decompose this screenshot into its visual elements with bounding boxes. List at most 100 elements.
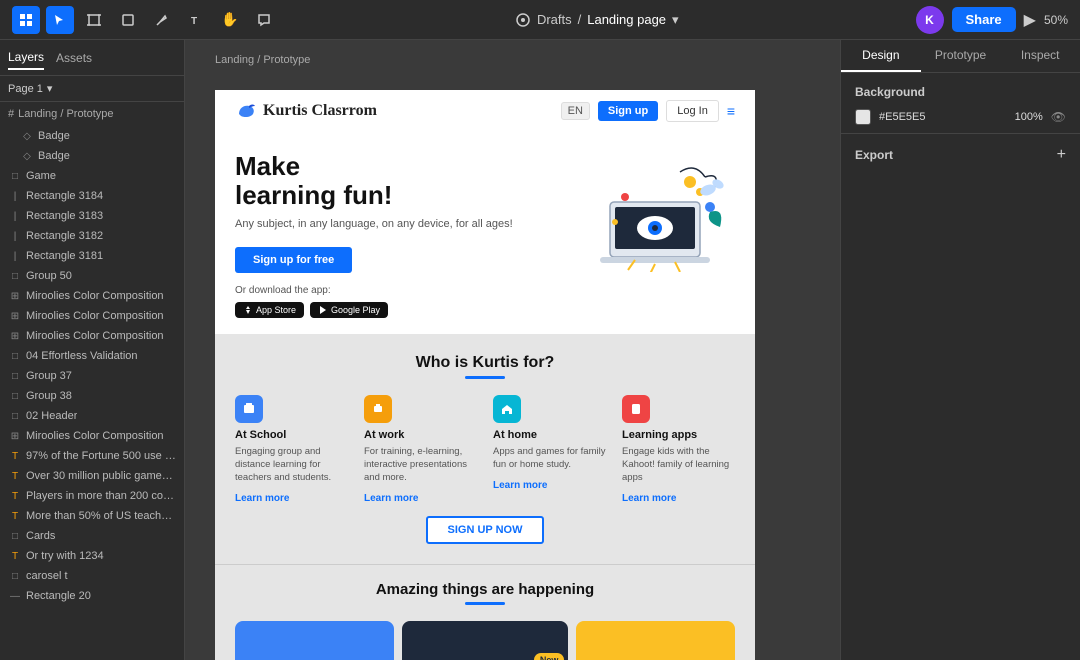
visibility-toggle-icon[interactable]: 👁 (1051, 110, 1066, 124)
list-item[interactable]: | Rectangle 3182 (0, 226, 184, 246)
lp-learn-apps[interactable]: Learn more (622, 493, 676, 504)
list-item[interactable]: | Rectangle 3184 (0, 186, 184, 206)
list-item[interactable]: T Or try with 1234 (0, 546, 184, 566)
line-icon: | (8, 209, 22, 223)
frame-tool-btn[interactable] (80, 6, 108, 34)
lp-hero-title: Make learning fun! (235, 152, 575, 209)
list-item[interactable]: | Rectangle 3181 (0, 246, 184, 266)
main-layout: Layers Assets Page 1 ▾ # Landing / Proto… (0, 40, 1080, 660)
list-item[interactable]: □ Group 38 (0, 386, 184, 406)
tab-prototype[interactable]: Prototype (921, 40, 1001, 72)
dropdown-icon[interactable]: ▾ (672, 12, 679, 28)
layer-label: Players in more than 200 cou... (26, 490, 176, 502)
lp-card-desc-school: Engaging group and distance learning for… (235, 445, 348, 485)
list-item[interactable]: □ 02 Header (0, 406, 184, 426)
select-tool-btn[interactable] (46, 6, 74, 34)
layer-section-header: # Landing / Prototype (0, 102, 184, 126)
lp-learn-school[interactable]: Learn more (235, 493, 289, 504)
list-item[interactable]: □ Game (0, 166, 184, 186)
list-item[interactable]: ⊞ Miroolies Color Composition (0, 306, 184, 326)
text-icon: T (8, 489, 22, 503)
background-color-swatch[interactable] (855, 109, 871, 125)
lp-card-title-home: At home (493, 429, 606, 441)
list-item[interactable]: T Over 30 million public games ... (0, 466, 184, 486)
zoom-level[interactable]: 50% (1044, 13, 1068, 27)
list-item[interactable]: □ Cards (0, 526, 184, 546)
diamond-icon: ◇ (20, 149, 34, 163)
list-item[interactable]: ◇ Badge (0, 146, 184, 166)
lp-learn-work[interactable]: Learn more (364, 493, 418, 504)
lp-learn-home[interactable]: Learn more (493, 480, 547, 491)
comment-tool-btn[interactable] (250, 6, 278, 34)
tab-design[interactable]: Design (841, 40, 921, 72)
list-item[interactable]: ⊞ Miroolies Color Composition (0, 426, 184, 446)
page-selector[interactable]: Page 1 ▾ (0, 76, 184, 102)
lp-card-desc-work: For training, e-learning, interactive pr… (364, 445, 477, 485)
lp-login-button[interactable]: Log In (666, 100, 719, 122)
list-item[interactable]: T Players in more than 200 cou... (0, 486, 184, 506)
play-button[interactable]: ▶ (1024, 10, 1036, 30)
list-item[interactable]: ◇ Badge (0, 126, 184, 146)
lp-card-desc-apps: Engage kids with the Kahoot! family of l… (622, 445, 735, 485)
list-item[interactable]: □ 04 Effortless Validation (0, 346, 184, 366)
lp-hero-cta-button[interactable]: Sign up for free (235, 247, 352, 273)
lp-google-badge[interactable]: Google Play (310, 302, 388, 318)
list-item[interactable]: T More than 50% of US teacher... (0, 506, 184, 526)
layer-section-label: Landing / Prototype (18, 108, 113, 120)
layer-label: Rectangle 3183 (26, 210, 103, 222)
lp-section2-underline (465, 602, 505, 605)
lp-signup-button[interactable]: Sign up (598, 101, 658, 121)
lp-card-title-work: At work (364, 429, 477, 441)
lp-lang-selector[interactable]: EN (561, 102, 590, 120)
hand-tool-btn[interactable]: ✋ (216, 6, 244, 34)
layer-label: Rectangle 3181 (26, 250, 103, 262)
lp-card-icon-home (493, 395, 521, 423)
shape-tool-btn[interactable] (114, 6, 142, 34)
list-item[interactable]: | Rectangle 3183 (0, 206, 184, 226)
svg-text:T: T (191, 16, 197, 27)
topbar-left: T ✋ (12, 6, 278, 34)
list-item[interactable]: □ Group 37 (0, 366, 184, 386)
list-item[interactable]: — Rectangle 20 (0, 586, 184, 606)
background-opacity-value: 100% (1015, 111, 1043, 123)
layer-label: More than 50% of US teacher... (26, 510, 176, 522)
list-item[interactable]: □ carosel t (0, 566, 184, 586)
breadcrumb-drafts: Drafts (537, 12, 572, 27)
layer-label: Miroolies Color Composition (26, 330, 164, 342)
share-button[interactable]: Share (952, 7, 1016, 32)
breadcrumb-page[interactable]: Landing page (587, 12, 666, 27)
lp-appstore-badge[interactable]: App Store (235, 302, 304, 318)
layer-label: Badge (38, 130, 70, 142)
lp-card2-blue (235, 621, 394, 660)
layer-label: Group 50 (26, 270, 72, 282)
layer-label: Miroolies Color Composition (26, 290, 164, 302)
diamond-icon: ◇ (20, 129, 34, 143)
list-item[interactable]: □ Group 50 (0, 266, 184, 286)
text-icon: T (8, 509, 22, 523)
lp-signup-now-button[interactable]: SIGN UP NOW (426, 516, 545, 544)
list-item[interactable]: ⊞ Miroolies Color Composition (0, 326, 184, 346)
canvas-area[interactable]: Landing / Prototype Kurtis Clasrrom EN S… (185, 40, 840, 660)
home-tool-btn[interactable] (12, 6, 40, 34)
lp-card-icon-school (235, 395, 263, 423)
lp-hero: Make learning fun! Any subject, in any l… (215, 132, 755, 334)
layer-label: Group 37 (26, 370, 72, 382)
text-tool-btn[interactable]: T (182, 6, 210, 34)
export-add-icon[interactable]: + (1057, 146, 1066, 164)
list-item[interactable]: T 97% of the Fortune 500 use K... (0, 446, 184, 466)
line-icon: | (8, 249, 22, 263)
pen-tool-btn[interactable] (148, 6, 176, 34)
list-item[interactable]: ⊞ Miroolies Color Composition (0, 286, 184, 306)
lp-card-title-apps: Learning apps (622, 429, 735, 441)
tab-inspect[interactable]: Inspect (1000, 40, 1080, 72)
layers-list: ◇ Badge ◇ Badge □ Game | Rectangle 3184 … (0, 126, 184, 660)
tab-assets[interactable]: Assets (56, 47, 92, 69)
lp-card2-dark: New (402, 621, 569, 660)
layer-label: Game (26, 170, 56, 182)
component-icon: ⊞ (8, 429, 22, 443)
lp-hero-illustration (575, 152, 735, 272)
logo-bird-icon (235, 100, 257, 122)
lp-hamburger-icon[interactable]: ≡ (727, 103, 735, 119)
tab-layers[interactable]: Layers (8, 46, 44, 70)
layer-section-icon: # (8, 108, 14, 120)
